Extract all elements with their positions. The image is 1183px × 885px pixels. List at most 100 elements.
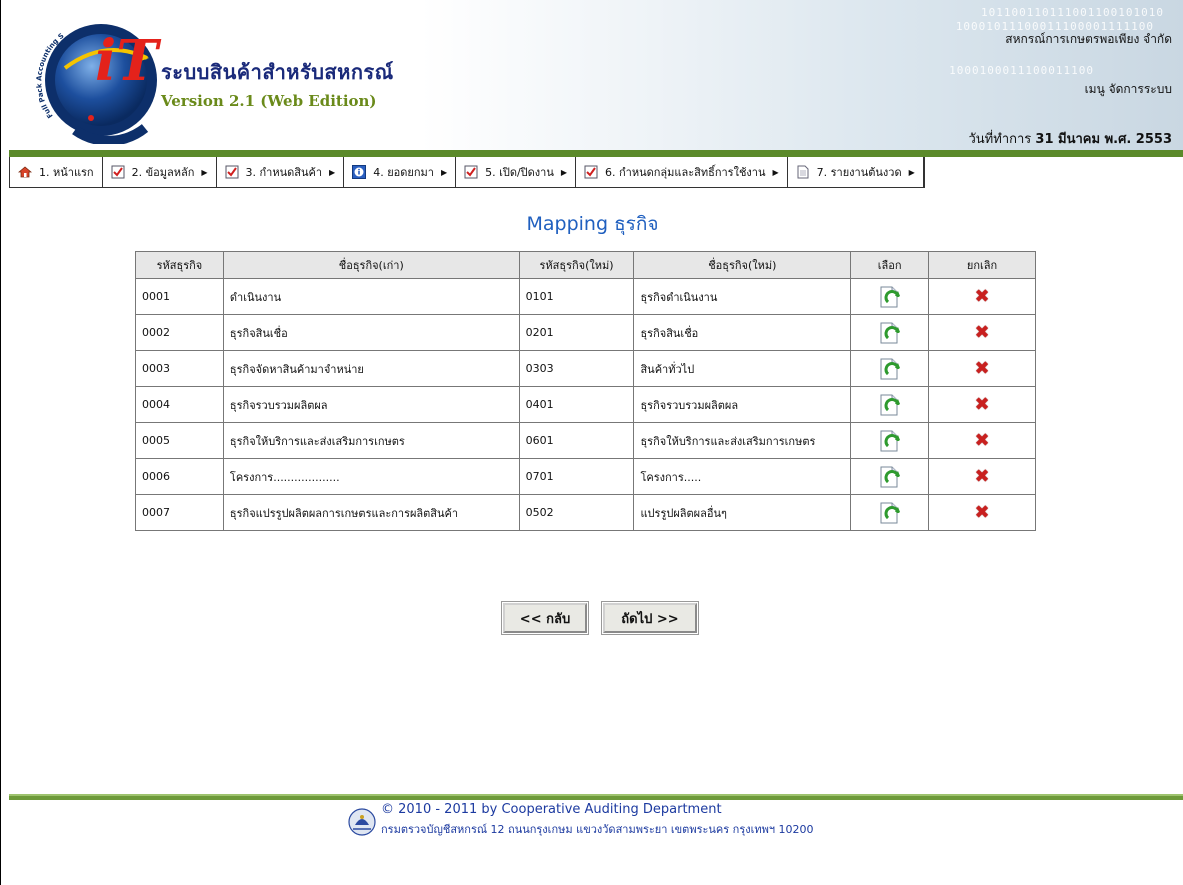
old-code-cell: 0002 xyxy=(135,314,224,351)
menu-home[interactable]: 1. หน้าแรก xyxy=(10,157,103,187)
delete-x-icon[interactable]: ✖ xyxy=(975,286,990,307)
menu-master-data[interactable]: 2. ข้อมูลหลัก ▶ xyxy=(103,157,217,187)
cancel-cell: ✖ xyxy=(928,494,1036,531)
table-row: 0007 ธุรกิจแปรรูปผลิตผลการเกษตรและการผลิต… xyxy=(135,494,1036,531)
cancel-cell: ✖ xyxy=(928,386,1036,423)
table-row: 0002 ธุรกิจสินเชื่อ 0201 ธุรกิจสินเชื่อ ✖ xyxy=(135,314,1036,351)
footer-copyright: © 2010 - 2011 by Cooperative Auditing De… xyxy=(381,802,722,817)
header-old-name: ชื่อธุรกิจ(เก่า) xyxy=(222,251,520,279)
page-title: Mapping ธุรกิจ xyxy=(526,213,659,235)
menu-product-setup[interactable]: 3. กำหนดสินค้า ▶ xyxy=(217,157,345,187)
submenu-arrow-icon: ▶ xyxy=(908,167,915,177)
new-name-cell: แปรรูปผลิตผลอื่นๆ xyxy=(633,494,852,531)
menu-master-data-label: 2. ข้อมูลหลัก xyxy=(131,166,195,179)
checklist-icon xyxy=(584,165,598,179)
menu-open-close-work-label: 5. เปิด/ปิดงาน xyxy=(485,166,554,179)
cancel-cell: ✖ xyxy=(928,422,1036,459)
checklist-icon xyxy=(111,165,125,179)
app-version: Version 2.1 (Web Edition) xyxy=(161,92,377,110)
home-icon xyxy=(18,166,32,178)
old-name-cell: ธุรกิจสินเชื่อ xyxy=(222,314,520,351)
back-button[interactable]: << กลับ xyxy=(501,601,589,635)
admin-menu-link[interactable]: เมนู จัดการระบบ xyxy=(1085,80,1172,99)
main-menu: 1. หน้าแรก 2. ข้อมูลหลัก ▶ 3. กำหนดสินค้… xyxy=(9,157,925,188)
work-date-value: 31 มีนาคม พ.ศ. 2553 xyxy=(1035,132,1172,147)
table-header-row: รหัสธุรกิจ ชื่อธุรกิจ(เก่า) รหัสธุรกิจ(ใ… xyxy=(135,251,1036,279)
next-button[interactable]: ถัดไป >> xyxy=(601,601,699,635)
select-document-icon[interactable] xyxy=(879,429,901,453)
delete-x-icon[interactable]: ✖ xyxy=(975,466,990,487)
cancel-cell: ✖ xyxy=(928,350,1036,387)
fas-logo-icon: iT Full Pack Accounting Software : FAS xyxy=(35,8,162,144)
menu-product-setup-label: 3. กำหนดสินค้า xyxy=(245,166,323,179)
old-code-cell: 0001 xyxy=(135,278,224,315)
new-code-cell: 0601 xyxy=(518,422,635,459)
old-code-cell: 0003 xyxy=(135,350,224,387)
new-name-cell: ธุรกิจให้บริการและส่งเสริมการเกษตร xyxy=(633,422,852,459)
menu-groups-permissions[interactable]: 6. กำหนดกลุ่มและสิทธิ์การใช้งาน ▶ xyxy=(576,157,788,187)
select-document-icon[interactable] xyxy=(879,285,901,309)
old-code-cell: 0005 xyxy=(135,422,224,459)
new-name-cell: ธุรกิจดำเนินงาน xyxy=(633,278,852,315)
old-code-cell: 0007 xyxy=(135,494,224,531)
cancel-cell: ✖ xyxy=(928,314,1036,351)
new-code-cell: 0701 xyxy=(518,458,635,495)
select-document-icon[interactable] xyxy=(879,357,901,381)
submenu-arrow-icon: ▶ xyxy=(329,167,336,177)
table-body: 0001 ดำเนินงาน 0101 ธุรกิจดำเนินงาน ✖ 0002 ธุร… xyxy=(135,278,1036,531)
menu-opening-reports[interactable]: 7. รายงานต้นงวด ▶ xyxy=(788,157,924,187)
table-row: 0006 โครงการ................... 0701 โครงกา… xyxy=(135,458,1036,495)
work-date: วันที่ทำการ 31 มีนาคม พ.ศ. 2553 xyxy=(969,128,1173,149)
select-document-icon[interactable] xyxy=(879,393,901,417)
menu-open-close-work[interactable]: 5. เปิด/ปิดงาน ▶ xyxy=(456,157,577,187)
info-icon xyxy=(352,165,367,179)
cancel-cell: ✖ xyxy=(928,278,1036,315)
delete-x-icon[interactable]: ✖ xyxy=(975,322,990,343)
delete-x-icon[interactable]: ✖ xyxy=(975,358,990,379)
select-document-icon[interactable] xyxy=(879,465,901,489)
menu-opening-balance[interactable]: 4. ยอดยกมา ▶ xyxy=(344,157,457,187)
header-cancel: ยกเลิก xyxy=(928,251,1036,279)
new-code-cell: 0201 xyxy=(518,314,635,351)
new-name-cell: สินค้าทั่วไป xyxy=(633,350,852,387)
old-name-cell: ดำเนินงาน xyxy=(222,278,520,315)
checklist-icon xyxy=(225,165,239,179)
submenu-arrow-icon: ▶ xyxy=(201,167,208,177)
select-cell xyxy=(850,494,930,531)
select-cell xyxy=(850,314,930,351)
submenu-arrow-icon: ▶ xyxy=(440,167,448,177)
old-name-cell: ธุรกิจแปรรูปผลิตผลการเกษตรและการผลิตสินค… xyxy=(222,494,520,531)
delete-x-icon[interactable]: ✖ xyxy=(975,430,990,451)
menu-home-label: 1. หน้าแรก xyxy=(39,166,94,179)
delete-x-icon[interactable]: ✖ xyxy=(975,502,990,523)
cooperative-auditing-emblem-icon xyxy=(348,808,376,836)
select-document-icon[interactable] xyxy=(879,321,901,345)
select-cell xyxy=(850,278,930,315)
old-name-cell: โครงการ................... xyxy=(222,458,520,495)
coop-name: สหกรณ์การเกษตรพอเพียง จำกัด xyxy=(1005,32,1172,46)
header-binary-1: 101100110111001100101010 xyxy=(981,6,1164,19)
menu-opening-balance-label: 4. ยอดยกมา xyxy=(373,166,434,179)
header-old-code: รหัสธุรกิจ xyxy=(135,251,224,279)
delete-x-icon[interactable]: ✖ xyxy=(975,394,990,415)
old-name-cell: ธุรกิจให้บริการและส่งเสริมการเกษตร xyxy=(222,422,520,459)
new-code-cell: 0101 xyxy=(518,278,635,315)
table-row: 0003 ธุรกิจจัดหาสินค้ามาจำหน่าย 0303 สินค้า… xyxy=(135,350,1036,387)
submenu-arrow-icon: ▶ xyxy=(772,167,779,177)
footer-address: กรมตรวจบัญชีสหกรณ์ 12 ถนนกรุงเกษม แขวงวั… xyxy=(381,823,814,836)
table-row: 0004 ธุรกิจรวบรวมผลิตผล 0401 ธุรกิจรวบรวมผล… xyxy=(135,386,1036,423)
select-cell xyxy=(850,386,930,423)
old-code-cell: 0006 xyxy=(135,458,224,495)
new-name-cell: ธุรกิจสินเชื่อ xyxy=(633,314,852,351)
menu-groups-permissions-label: 6. กำหนดกลุ่มและสิทธิ์การใช้งาน xyxy=(605,166,766,179)
app-title: ระบบสินค้าสำหรับสหกรณ์ xyxy=(161,60,394,84)
cancel-cell: ✖ xyxy=(928,458,1036,495)
old-name-cell: ธุรกิจจัดหาสินค้ามาจำหน่าย xyxy=(222,350,520,387)
select-document-icon[interactable] xyxy=(879,501,901,525)
submenu-arrow-icon: ▶ xyxy=(560,167,568,177)
work-date-label: วันที่ทำการ xyxy=(968,132,1032,147)
table-row: 0005 ธุรกิจให้บริการและส่งเสริมการเกษตร 06… xyxy=(135,422,1036,459)
new-code-cell: 0502 xyxy=(518,494,635,531)
header-divider xyxy=(9,150,1183,157)
new-code-cell: 0401 xyxy=(518,386,635,423)
